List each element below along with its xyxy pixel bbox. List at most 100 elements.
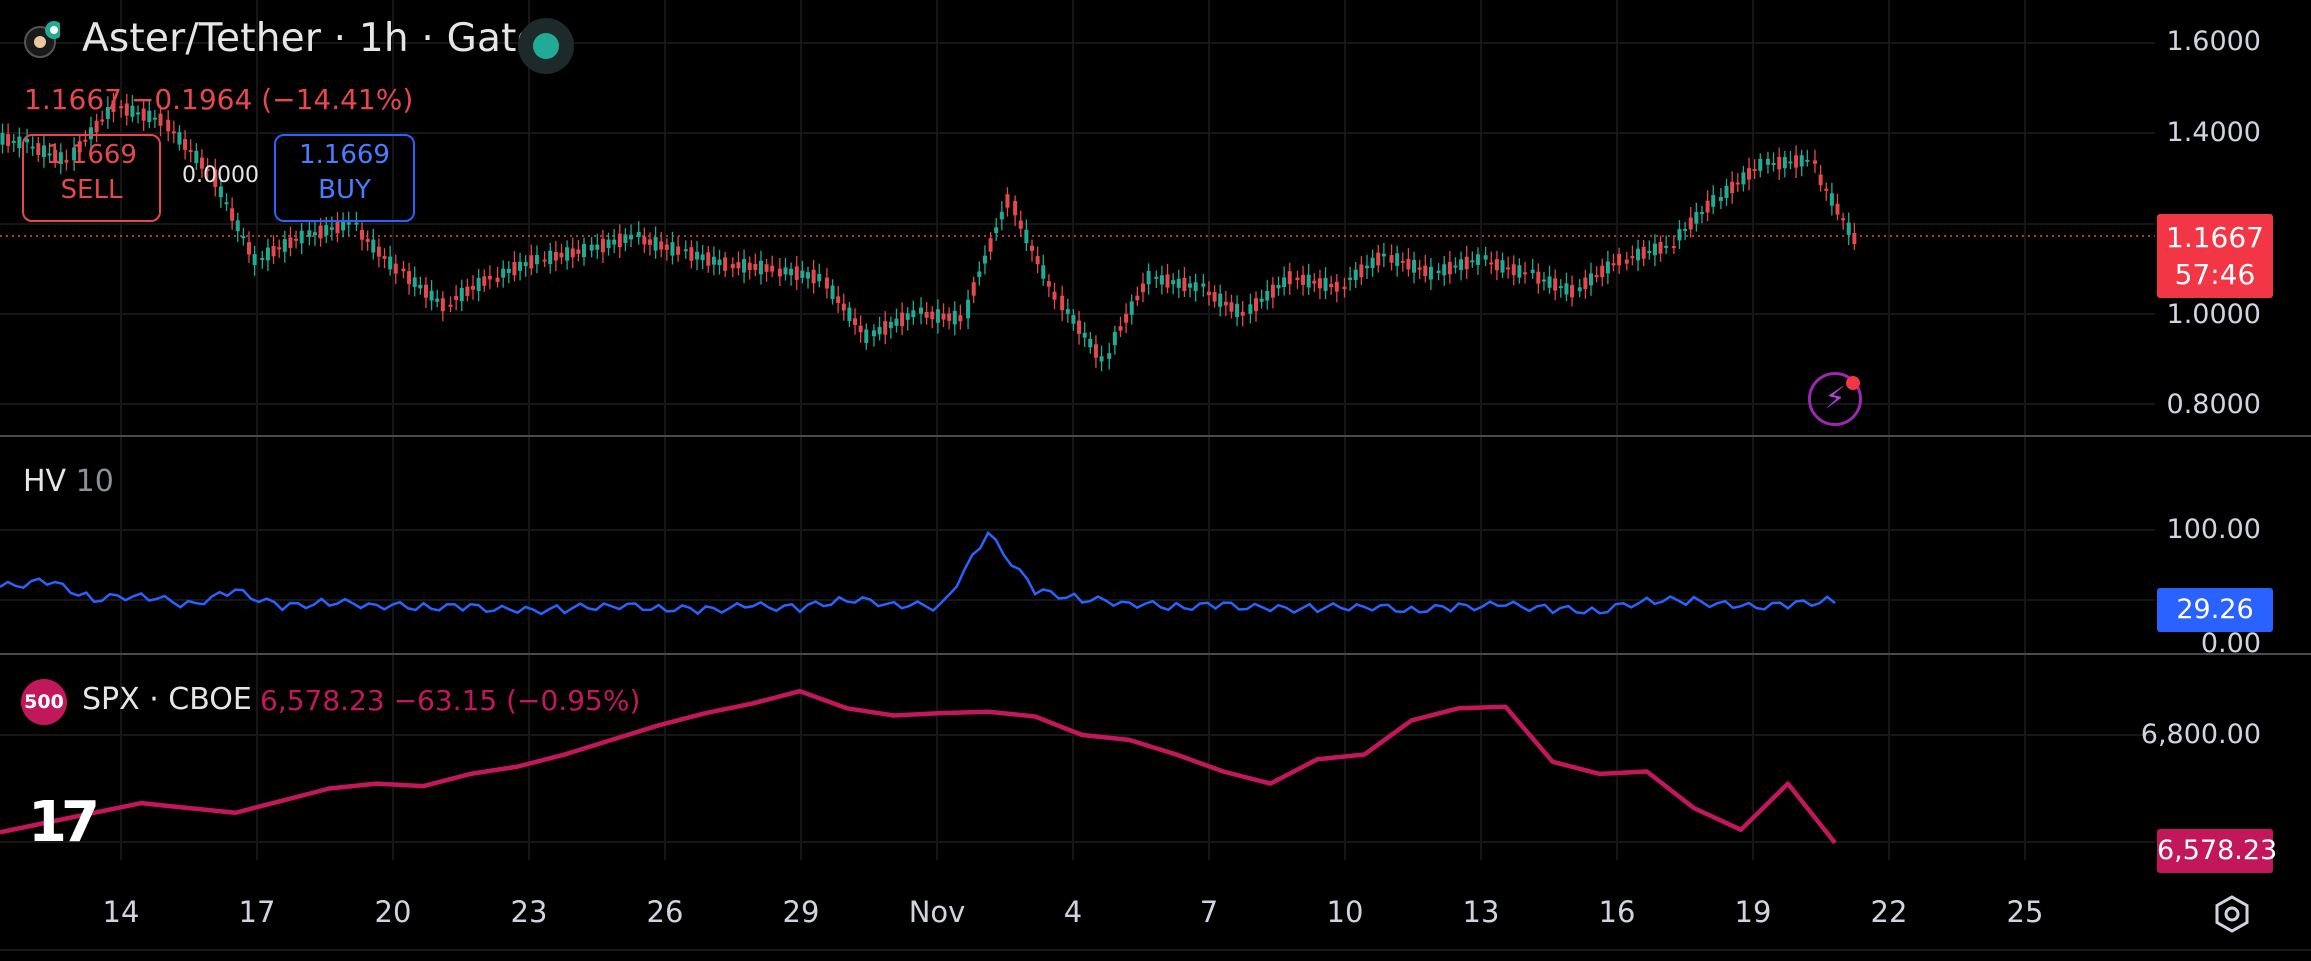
candle-body [952,310,957,325]
candle-body [435,298,440,302]
candle-body [376,246,381,257]
market-status-icon[interactable] [518,18,574,74]
candle-body [1735,182,1740,185]
candle-body [1494,259,1499,271]
candle-body [1306,274,1311,288]
candle-body [606,239,611,249]
candle-body [764,264,769,272]
candle-body [1577,287,1582,292]
candle-body [1235,303,1240,317]
candle-body [218,186,223,198]
candle-body [1547,276,1552,288]
candle-body [1752,169,1757,172]
candle-body [1611,263,1616,266]
candle-body [789,268,794,276]
candle-body [230,208,235,221]
candle-body [1060,295,1065,311]
candle-body [1852,233,1857,245]
candle-body [977,271,982,278]
candle-body [1171,280,1176,285]
candle-body [388,256,393,270]
candle-body [805,272,810,279]
candle-body [1846,222,1851,235]
candle-body [324,225,329,236]
candle-body [1741,172,1746,185]
candle-body [883,321,888,335]
candle-body [1077,320,1082,334]
time-tick: 23 [510,895,548,929]
bar-countdown: 57:46 [2174,258,2256,291]
candle-body [999,211,1004,220]
candle-body [418,284,423,289]
candle-body [1805,159,1810,162]
candle-body [900,312,905,327]
candle-body [1334,281,1339,292]
candle-body [277,247,282,250]
candle-body [299,230,304,244]
candle-body [581,243,586,258]
candle-body [548,250,553,265]
candle-body [401,268,406,272]
candle-body [1771,163,1776,166]
candle-body [1553,278,1558,291]
candle-body [465,286,470,296]
candle-body [393,263,398,274]
candle-body [1135,295,1140,301]
candle-body [1018,220,1023,229]
candle-body [1146,270,1151,285]
sell-price: 1.1669 [46,140,137,170]
buy-button[interactable]: 1.1669 BUY [274,134,415,222]
candle-body [1536,271,1541,284]
candle-body [1652,243,1657,256]
candle-body [1489,262,1494,265]
candle-body [1159,275,1164,285]
hv-legend[interactable]: HV 10 [23,464,114,499]
candle-body [1329,284,1334,288]
candle-body [811,269,816,284]
candle-body [1093,344,1098,358]
candle-body [1423,265,1428,277]
candle-body [930,311,935,320]
candle-body [689,247,694,261]
time-tick: 17 [238,895,276,929]
settings-icon[interactable] [2212,894,2252,934]
candle-body [1276,284,1281,289]
candle-body [423,284,428,298]
candle-body [271,245,276,257]
candle-body [1641,246,1646,259]
candle-body [777,268,782,277]
candle-body [664,244,669,250]
candle-body [1541,279,1546,282]
hv-param: 10 [75,464,114,499]
candle-body [730,264,735,269]
candle-body [354,222,359,225]
spx-last-badge: 6,578.23 [2157,829,2277,873]
tradingview-logo-icon[interactable]: 17 [28,790,100,855]
candle-body [600,238,605,253]
candle-body [241,236,246,239]
candle-body [1046,281,1051,287]
candle-body [642,236,647,245]
candle-body [971,282,976,296]
candle-body [1389,255,1394,263]
candle-body [817,273,822,282]
sell-button[interactable]: 1.1669 SELL [22,134,161,222]
candle-body [412,277,417,287]
candle-body [770,265,775,272]
candle-body [542,259,547,262]
candle-body [1248,304,1253,314]
candle-body [177,132,182,145]
candle-body [1470,260,1475,263]
candle-body [947,313,952,321]
candle-body [1165,274,1170,288]
candle-body [1182,277,1187,292]
candle-body [553,251,558,261]
candle-body [1824,188,1829,191]
symbol-title[interactable]: Aster/Tether · 1h · Gate [82,16,541,61]
candle-body [1475,254,1480,265]
candle-body [612,239,617,245]
candle-body [794,266,799,280]
spx-legend[interactable]: SPX · CBOE [82,682,252,717]
candle-body [1647,251,1652,254]
candle-body [312,232,317,236]
